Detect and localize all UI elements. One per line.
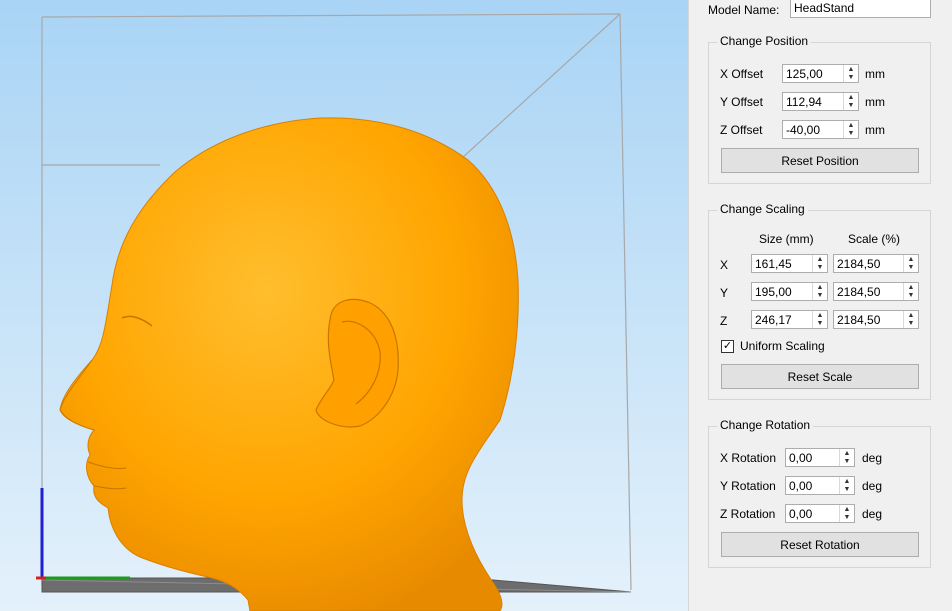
z-offset-up-arrow-icon[interactable]: ▲ [844,121,858,130]
scale-z-axis-label: Z [720,314,728,328]
z-offset-spinbox[interactable]: ▲▼ [782,120,859,139]
z-rotation-label: Z Rotation [720,507,776,521]
scale-y-axis-label: Y [720,286,729,300]
y-rotation-spinbox[interactable]: ▲▼ [785,476,855,495]
size-x-down-arrow-icon[interactable]: ▼ [813,264,827,273]
z-rotation-unit: deg [862,507,883,521]
scale-x-axis-label: X [720,258,729,272]
properties-panel: Model Name: Change Position X Offset ▲▼ … [696,0,952,611]
x-offset-up-arrow-icon[interactable]: ▲ [844,65,858,74]
scale-z-up-arrow-icon[interactable]: ▲ [904,311,918,320]
scale-x-up-arrow-icon[interactable]: ▲ [904,255,918,264]
y-offset-label: Y Offset [720,95,763,109]
position-group: Change Position X Offset ▲▼ mm Y Offset … [708,34,931,184]
x-offset-input[interactable] [783,65,843,82]
uniform-scaling-label[interactable]: Uniform Scaling [740,339,825,353]
scale-column-header: Scale (%) [848,232,901,246]
z-rotation-down-arrow-icon[interactable]: ▼ [840,514,854,523]
size-x-spinbox[interactable]: ▲▼ [751,254,828,273]
scale-y-input[interactable] [834,283,903,300]
panel-splitter[interactable] [688,0,696,611]
y-offset-down-arrow-icon[interactable]: ▼ [844,102,858,111]
x-rotation-up-arrow-icon[interactable]: ▲ [840,449,854,458]
y-offset-spinbox[interactable]: ▲▼ [782,92,859,111]
x-offset-spinbox[interactable]: ▲▼ [782,64,859,83]
x-rotation-input[interactable] [786,449,839,466]
z-offset-down-arrow-icon[interactable]: ▼ [844,130,858,139]
checkmark-icon: ✓ [722,339,733,352]
scale-z-down-arrow-icon[interactable]: ▼ [904,320,918,329]
x-offset-unit: mm [865,67,885,81]
z-rotation-spinbox[interactable]: ▲▼ [785,504,855,523]
scale-x-spinbox[interactable]: ▲▼ [833,254,919,273]
scale-y-down-arrow-icon[interactable]: ▼ [904,292,918,301]
z-offset-unit: mm [865,123,885,137]
x-offset-label: X Offset [720,67,764,81]
y-rotation-input[interactable] [786,477,839,494]
model-name-label: Model Name: [708,3,780,17]
scaling-group: Change Scaling Size (mm) Scale (%) X ▲▼ … [708,202,931,400]
y-offset-input[interactable] [783,93,843,110]
scale-z-spinbox[interactable]: ▲▼ [833,310,919,329]
size-z-down-arrow-icon[interactable]: ▼ [813,320,827,329]
scene-canvas[interactable] [0,0,688,611]
reset-position-button[interactable]: Reset Position [721,148,919,173]
scale-x-input[interactable] [834,255,903,272]
size-z-input[interactable] [752,311,812,328]
size-y-input[interactable] [752,283,812,300]
z-rotation-up-arrow-icon[interactable]: ▲ [840,505,854,514]
rotation-group-title: Change Rotation [717,418,814,432]
size-z-up-arrow-icon[interactable]: ▲ [813,311,827,320]
position-group-title: Change Position [717,34,812,48]
y-rotation-unit: deg [862,479,883,493]
size-x-input[interactable] [752,255,812,272]
scale-x-down-arrow-icon[interactable]: ▼ [904,264,918,273]
size-y-down-arrow-icon[interactable]: ▼ [813,292,827,301]
y-rotation-down-arrow-icon[interactable]: ▼ [840,486,854,495]
uniform-scaling-row[interactable]: ✓ Uniform Scaling [721,339,825,353]
model-name-input[interactable] [790,0,931,18]
size-x-up-arrow-icon[interactable]: ▲ [813,255,827,264]
x-offset-down-arrow-icon[interactable]: ▼ [844,74,858,83]
uniform-scaling-checkbox[interactable]: ✓ [721,339,734,353]
x-rotation-unit: deg [862,451,883,465]
3d-viewport[interactable] [0,0,688,611]
rotation-group: Change Rotation X Rotation ▲▼ deg Y Rota… [708,418,931,568]
z-offset-input[interactable] [783,121,843,138]
size-y-up-arrow-icon[interactable]: ▲ [813,283,827,292]
reset-rotation-button[interactable]: Reset Rotation [721,532,919,557]
y-rotation-label: Y Rotation [720,479,776,493]
scale-z-input[interactable] [834,311,903,328]
y-offset-unit: mm [865,95,885,109]
z-offset-label: Z Offset [720,123,763,137]
size-column-header: Size (mm) [759,232,814,246]
scaling-group-title: Change Scaling [717,202,808,216]
y-offset-up-arrow-icon[interactable]: ▲ [844,93,858,102]
reset-scale-button[interactable]: Reset Scale [721,364,919,389]
x-rotation-down-arrow-icon[interactable]: ▼ [840,458,854,467]
z-rotation-input[interactable] [786,505,839,522]
size-y-spinbox[interactable]: ▲▼ [751,282,828,301]
x-rotation-spinbox[interactable]: ▲▼ [785,448,855,467]
scale-y-spinbox[interactable]: ▲▼ [833,282,919,301]
y-rotation-up-arrow-icon[interactable]: ▲ [840,477,854,486]
size-z-spinbox[interactable]: ▲▼ [751,310,828,329]
x-rotation-label: X Rotation [720,451,777,465]
scale-y-up-arrow-icon[interactable]: ▲ [904,283,918,292]
